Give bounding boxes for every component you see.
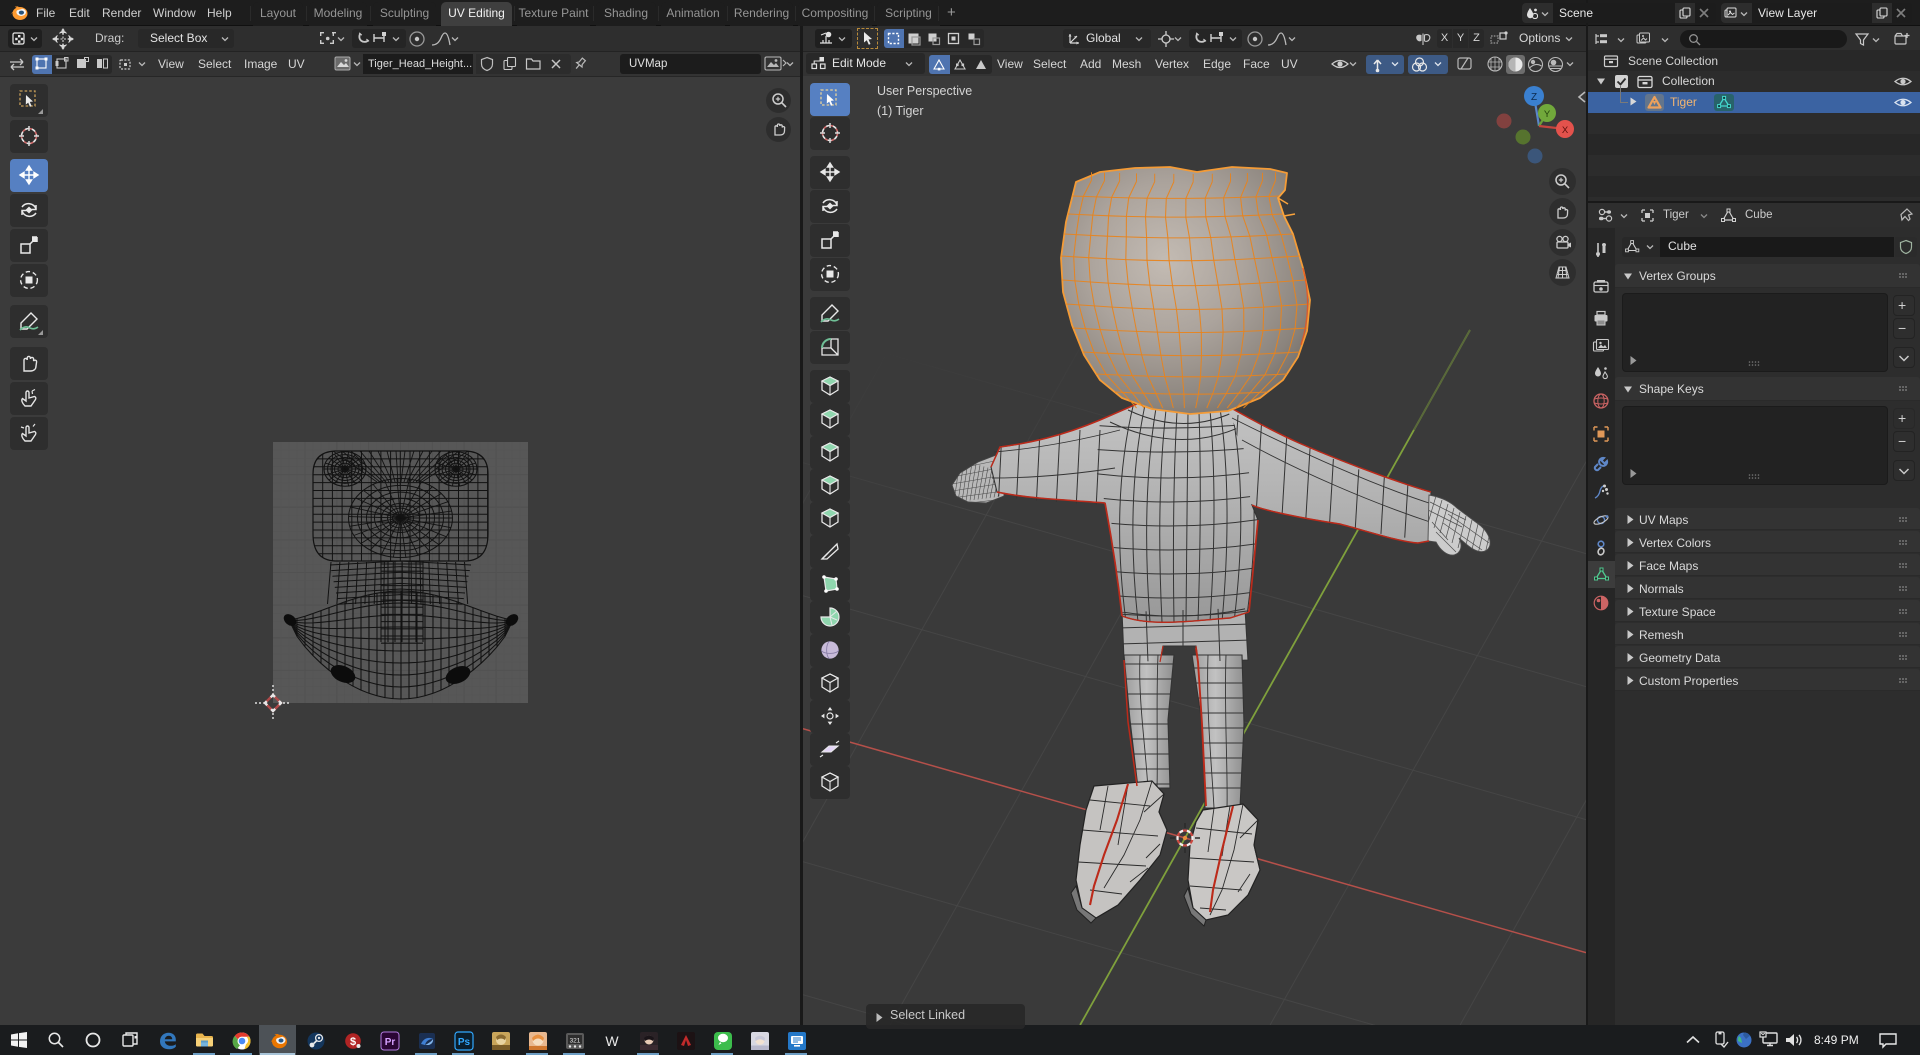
svg-text:Ps: Ps [458, 1037, 471, 1048]
svg-text:Z: Z [1531, 92, 1537, 103]
svg-text:321: 321 [570, 1038, 581, 1045]
svg-text:X: X [1562, 125, 1569, 136]
svg-text:$: $ [350, 1036, 356, 1048]
svg-text:Pr: Pr [385, 1037, 396, 1048]
svg-text:W: W [605, 1033, 619, 1049]
svg-text:Y: Y [1544, 109, 1551, 120]
